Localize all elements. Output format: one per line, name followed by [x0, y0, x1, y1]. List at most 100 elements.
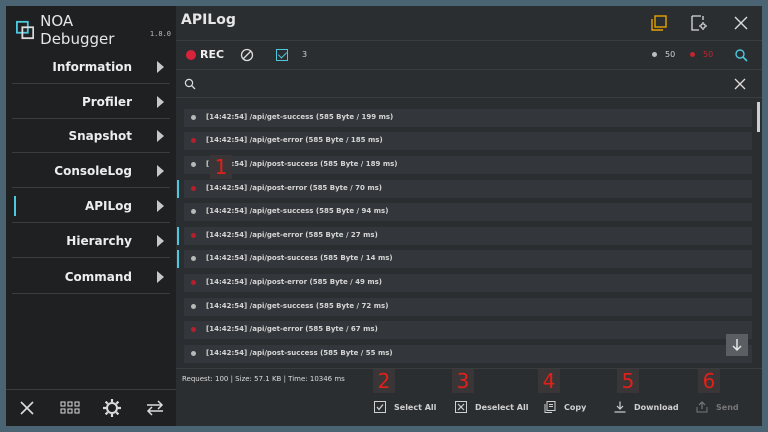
brand-version: 1.8.0 — [149, 30, 171, 38]
log-text: [14:42:54] /api/post-error (585 Byte / 7… — [206, 184, 383, 192]
status-dot-icon — [191, 327, 196, 332]
window-icon[interactable] — [648, 12, 670, 34]
log-text: [14:42:54] /api/post-success (585 Byte /… — [206, 349, 393, 357]
send-button[interactable]: Send — [696, 401, 739, 413]
sidebar-item-label: ConsoleLog — [54, 163, 132, 178]
close-icon[interactable] — [16, 397, 38, 419]
selection-indicator — [177, 227, 179, 245]
scroll-to-bottom-button[interactable] — [726, 334, 748, 356]
status-dot-icon — [191, 209, 196, 214]
chevron-right-icon — [157, 200, 164, 212]
select-all-button[interactable]: Select All — [374, 401, 436, 413]
chevron-right-icon — [157, 271, 164, 283]
settings-panel-icon[interactable] — [688, 12, 710, 34]
select-all-label: Select All — [394, 402, 437, 412]
selection-indicator — [177, 180, 179, 198]
log-row[interactable]: [14:42:54] /api/get-error (585 Byte / 18… — [184, 132, 752, 150]
log-row[interactable]: [14:42:54] /api/post-error (585 Byte / 7… — [184, 180, 752, 198]
sidebar-item-snapshot[interactable]: Snapshot — [12, 119, 170, 153]
search-toggle-icon[interactable] — [734, 48, 748, 62]
success-count: 50 — [665, 50, 676, 59]
checkbox-cross-icon — [455, 401, 467, 413]
brand-name: NOA Debugger — [40, 12, 115, 48]
log-text: [14:42:54] /api/get-error (585 Byte / 67… — [206, 325, 378, 333]
sidebar-item-consolelog[interactable]: ConsoleLog — [12, 154, 170, 188]
sidebar-item-hierarchy[interactable]: Hierarchy — [12, 224, 170, 258]
copy-icon — [544, 401, 556, 413]
rec-button[interactable]: REC — [186, 48, 224, 61]
sidebar-item-apilog[interactable]: APILog — [12, 189, 170, 223]
clear-log-icon[interactable] — [240, 48, 254, 62]
log-text: [14:42:54] /api/get-error (585 Byte / 18… — [206, 136, 383, 144]
sidebar-item-information[interactable]: Information — [12, 50, 170, 84]
sidebar-item-label: APILog — [84, 198, 132, 213]
log-text: [14:42:54] /api/post-success (585 Byte /… — [206, 160, 398, 168]
log-text: [14:42:54] /api/get-success (585 Byte / … — [206, 113, 394, 121]
status-dot-icon — [191, 304, 196, 309]
sidebar-item-command[interactable]: Command — [12, 260, 170, 294]
sidebar-item-label: Hierarchy — [66, 233, 132, 248]
log-row[interactable]: [14:42:54] /api/post-success (585 Byte /… — [184, 156, 752, 174]
chevron-right-icon — [157, 96, 164, 108]
rec-label: REC — [200, 48, 225, 61]
copy-label: Copy — [564, 402, 587, 412]
gear-icon[interactable] — [101, 397, 123, 419]
selected-count: 3 — [302, 50, 308, 59]
deselect-all-label: Deselect All — [475, 402, 529, 412]
log-row[interactable]: [14:42:54] /api/get-error (585 Byte / 27… — [184, 227, 752, 245]
log-row[interactable]: [14:42:54] /api/post-success (585 Byte /… — [184, 345, 752, 363]
send-icon — [696, 401, 708, 413]
log-text: [14:42:54] /api/get-success (585 Byte / … — [206, 302, 389, 310]
status-dot-icon — [191, 186, 196, 191]
log-row[interactable]: [14:42:54] /api/get-success (585 Byte / … — [184, 298, 752, 316]
deselect-all-button[interactable]: Deselect All — [455, 401, 528, 413]
clear-search-icon[interactable] — [734, 78, 746, 90]
arrow-down-icon — [732, 339, 742, 352]
swap-icon[interactable] — [144, 397, 166, 419]
log-row[interactable]: [14:42:54] /api/get-success (585 Byte / … — [184, 203, 752, 221]
log-row[interactable]: [14:42:54] /api/get-success (585 Byte / … — [184, 109, 752, 127]
download-button[interactable]: Download — [614, 401, 679, 413]
chevron-right-icon — [157, 130, 164, 142]
log-row[interactable]: [14:42:54] /api/post-success (585 Byte /… — [184, 250, 752, 268]
search-bar — [176, 70, 762, 98]
sidebar-footer — [6, 389, 176, 426]
chevron-right-icon — [157, 165, 164, 177]
noa-logo-icon — [16, 20, 35, 40]
record-icon — [186, 49, 196, 60]
log-text: [14:42:54] /api/get-success (585 Byte / … — [206, 207, 389, 215]
sidebar-item-label: Command — [64, 269, 132, 284]
status-dot-icon — [191, 233, 196, 238]
chevron-right-icon — [157, 61, 164, 73]
error-count-toggle[interactable]: 50 — [690, 50, 713, 59]
close-icon[interactable] — [730, 12, 752, 34]
api-log-list[interactable]: [14:42:54] /api/get-success (585 Byte / … — [176, 102, 762, 364]
search-input[interactable] — [202, 74, 722, 94]
success-dot-icon — [652, 52, 657, 57]
search-icon — [184, 78, 196, 90]
request-stats: Request: 100 | Size: 57.1 KB | Time: 103… — [182, 375, 345, 383]
select-checkbox-icon[interactable] — [276, 49, 288, 61]
log-row[interactable]: [14:42:54] /api/post-error (585 Byte / 4… — [184, 274, 752, 292]
download-label: Download — [634, 402, 679, 412]
active-indicator — [14, 196, 16, 216]
sidebar-item-profiler[interactable]: Profiler — [12, 85, 170, 119]
status-dot-icon — [191, 280, 196, 285]
sidebar: NOA Debugger 1.8.0 Information Profiler … — [6, 6, 176, 426]
log-text: [14:42:54] /api/get-error (585 Byte / 27… — [206, 231, 378, 239]
main-panel: APILog REC 3 50 50 [14:42:54] /api/get-s… — [176, 6, 762, 426]
chevron-right-icon — [157, 235, 164, 247]
scrollbar-thumb[interactable] — [757, 102, 760, 132]
sidebar-item-label: Information — [52, 59, 132, 74]
checkbox-checked-icon — [374, 401, 386, 413]
app-window: NOA Debugger 1.8.0 Information Profiler … — [6, 6, 762, 426]
download-icon — [614, 401, 626, 413]
annotation-3: 3 — [452, 369, 474, 393]
success-count-toggle[interactable]: 50 — [652, 50, 675, 59]
status-dot-icon — [191, 162, 196, 167]
error-dot-icon — [690, 52, 695, 57]
grid-icon[interactable] — [59, 397, 81, 419]
copy-button[interactable]: Copy — [544, 401, 586, 413]
log-text: [14:42:54] /api/post-success (585 Byte /… — [206, 254, 393, 262]
log-row[interactable]: [14:42:54] /api/get-error (585 Byte / 67… — [184, 321, 752, 339]
